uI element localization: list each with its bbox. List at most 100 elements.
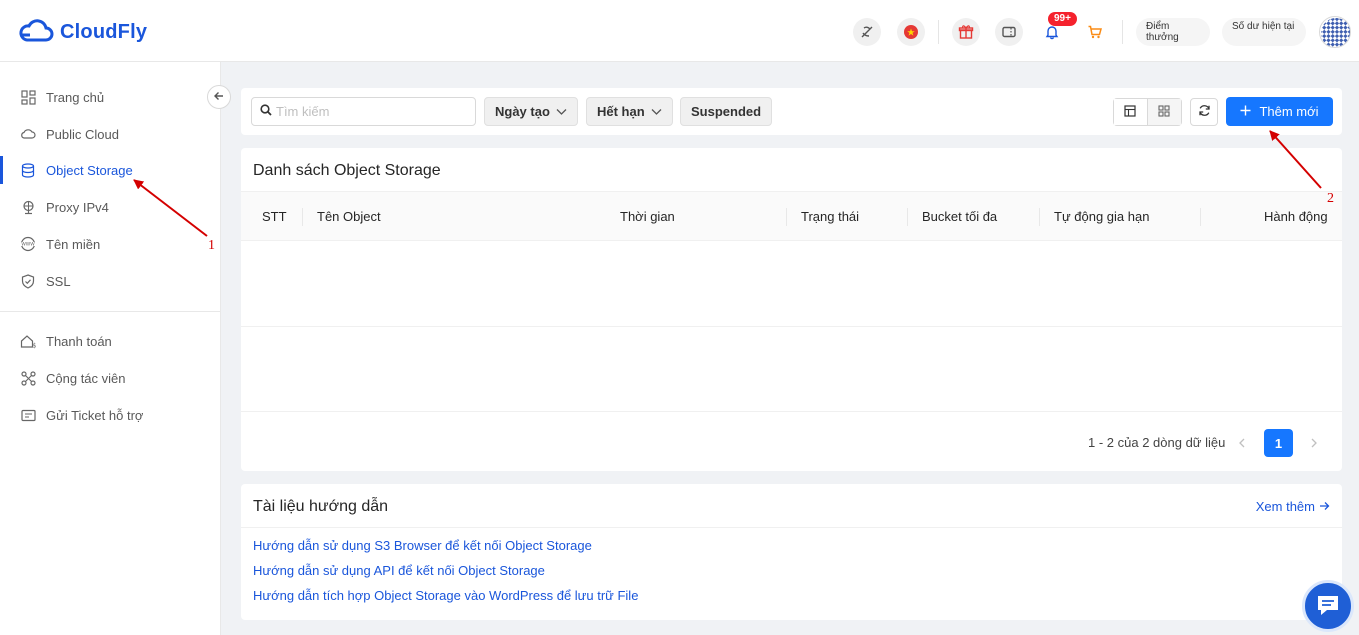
sidebar-item-object-storage[interactable]: Object Storage (0, 156, 220, 184)
chat-bubble-icon (1315, 593, 1341, 620)
filter-label: Hết hạn (597, 104, 645, 119)
gift-icon[interactable] (952, 18, 980, 46)
table-title: Danh sách Object Storage (253, 162, 441, 179)
add-new-button[interactable]: Thêm mới (1226, 97, 1333, 126)
language-flag-icon[interactable] (897, 18, 925, 46)
annotation-number-1: 1 (208, 238, 215, 253)
docs-title: Tài liệu hướng dẫn (253, 498, 389, 515)
refresh-icon (1198, 104, 1211, 120)
table-view-button[interactable] (1114, 99, 1148, 125)
doc-link-s3-browser[interactable]: Hướng dẫn sử dụng S3 Browser để kết nối … (253, 538, 592, 553)
doc-link-api[interactable]: Hướng dẫn sử dụng API để kết nối Object … (253, 563, 545, 578)
search-input[interactable] (276, 104, 466, 119)
refresh-button[interactable] (1190, 98, 1218, 126)
filter-toolbar: Ngày tạo Hết hạn Suspended Thêm mới (241, 88, 1342, 135)
notification-badge: 99+ (1048, 12, 1077, 26)
filter-label: Ngày tạo (495, 104, 550, 119)
sidebar-item-label: Trang chủ (46, 89, 105, 105)
header-divider (1122, 20, 1123, 44)
sidebar-item-payment[interactable]: $ Thanh toán (0, 327, 220, 355)
header-divider (938, 20, 939, 44)
grid-icon (20, 89, 36, 105)
plus-icon (1240, 104, 1251, 119)
sidebar-collapse-button[interactable] (207, 85, 231, 109)
arrow-right-icon (1319, 499, 1330, 514)
chevron-down-icon (556, 104, 567, 119)
points-label: Điểm thưởng (1146, 21, 1179, 43)
sidebar-item-affiliate[interactable]: Cộng tác viên (0, 364, 220, 392)
cart-icon[interactable] (1081, 18, 1109, 46)
globe-pin-icon (20, 199, 36, 215)
chevron-down-icon (651, 104, 662, 119)
sidebar-item-public-cloud[interactable]: Public Cloud (0, 120, 220, 148)
column-header-stt: STT (262, 209, 287, 224)
sidebar-item-label: Proxy IPv4 (46, 199, 109, 215)
sidebar-item-domain[interactable]: WWW Tên miền (0, 230, 220, 258)
sidebar-item-label: SSL (46, 273, 71, 289)
filter-label: Suspended (691, 104, 762, 119)
chat-support-button[interactable] (1302, 580, 1354, 632)
theme-toggle-icon[interactable] (853, 18, 881, 46)
grid-view-button[interactable] (1147, 99, 1181, 125)
column-separator (302, 208, 303, 226)
voucher-icon[interactable] (995, 18, 1023, 46)
top-header: CloudFly 99+ Điểm thưởng Số dư hiện tại (0, 0, 1359, 62)
sidebar-item-label: Gửi Ticket hỗ trợ (46, 407, 144, 423)
grid-view-icon (1158, 104, 1170, 120)
search-icon (260, 104, 272, 119)
sidebar-item-label: Public Cloud (46, 126, 119, 142)
shield-icon (20, 273, 36, 289)
balance-label: Số dư hiện tại (1232, 21, 1295, 32)
sidebar-item-label: Object Storage (46, 162, 133, 178)
pagination-next-button[interactable] (1300, 429, 1328, 457)
balance-pill[interactable]: Số dư hiện tại (1222, 18, 1306, 46)
add-new-label: Thêm mới (1259, 104, 1319, 119)
filter-expire-date[interactable]: Hết hạn (586, 97, 673, 126)
sidebar-item-proxy[interactable]: Proxy IPv4 (0, 193, 220, 221)
column-separator (1200, 208, 1201, 226)
column-separator (1039, 208, 1040, 226)
ticket-icon (20, 407, 36, 423)
payment-icon: $ (20, 333, 36, 349)
pagination-prev-button[interactable] (1228, 429, 1256, 457)
table-row[interactable] (241, 327, 1342, 412)
cloud-logo-icon (18, 18, 54, 47)
object-storage-table-card: Danh sách Object Storage STT Tên Object … (241, 148, 1342, 471)
sidebar-item-label: Thanh toán (46, 333, 112, 349)
doc-link-wordpress[interactable]: Hướng dẫn tích hợp Object Storage vào Wo… (253, 588, 638, 603)
table-row[interactable] (241, 242, 1342, 327)
see-more-label: Xem thêm (1255, 499, 1315, 514)
sidebar-item-label: Tên miền (46, 236, 101, 252)
column-separator (907, 208, 908, 226)
sidebar-item-ssl[interactable]: SSL (0, 267, 220, 295)
network-icon (20, 370, 36, 386)
annotation-number-2: 2 (1327, 191, 1334, 206)
sidebar-divider (0, 311, 220, 312)
table-header: STT Tên Object Thời gian Trạng thái Buck… (241, 191, 1342, 241)
filter-created-date[interactable]: Ngày tạo (484, 97, 578, 126)
see-more-link[interactable]: Xem thêm (1256, 499, 1330, 514)
sidebar: Trang chủ Public Cloud Object Storage Pr… (0, 62, 221, 635)
chevron-right-icon (1310, 435, 1318, 451)
svg-text:$: $ (33, 342, 37, 349)
pagination-page-current[interactable]: 1 (1264, 429, 1293, 457)
cloudfly-logo[interactable]: CloudFly (18, 18, 147, 47)
logo-text: CloudFly (60, 21, 148, 43)
search-box[interactable] (251, 97, 476, 126)
docs-divider (241, 527, 1342, 528)
column-header-auto-renew: Tự động gia hạn (1054, 209, 1150, 224)
database-icon (20, 162, 36, 178)
reward-points-pill[interactable]: Điểm thưởng (1136, 18, 1210, 46)
sidebar-item-ticket[interactable]: Gửi Ticket hỗ trợ (0, 401, 220, 429)
cloud-icon (20, 126, 36, 142)
www-icon: WWW (20, 236, 36, 252)
column-separator (786, 208, 787, 226)
user-avatar[interactable] (1319, 16, 1351, 48)
filter-suspended[interactable]: Suspended (680, 97, 773, 126)
column-header-status: Trạng thái (801, 209, 860, 224)
column-header-time: Thời gian (620, 209, 675, 224)
arrow-left-icon (213, 90, 225, 105)
sidebar-item-home[interactable]: Trang chủ (0, 83, 220, 111)
column-header-name: Tên Object (317, 209, 381, 224)
chevron-left-icon (1238, 435, 1246, 451)
